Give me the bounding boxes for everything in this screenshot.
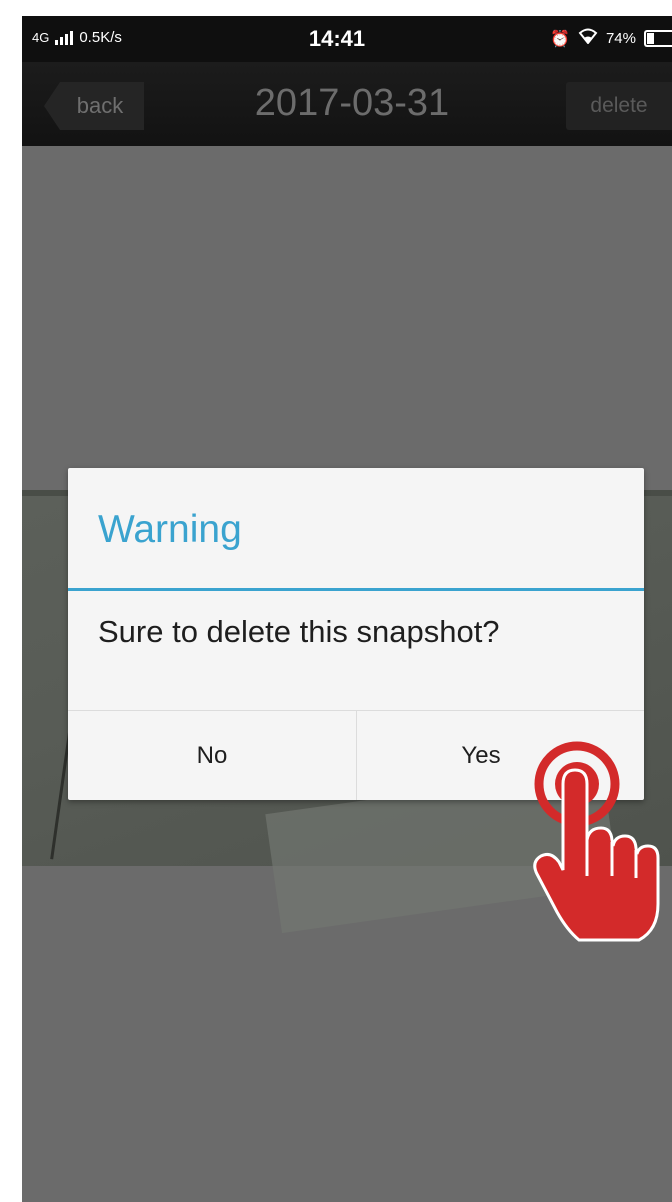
- status-right: ⏰ 74%: [550, 28, 672, 49]
- dialog-message: Sure to delete this snapshot?: [98, 614, 500, 649]
- nav-bar: back 2017-03-31 delete: [22, 62, 672, 146]
- no-button[interactable]: No: [68, 711, 356, 800]
- battery-icon: [644, 30, 672, 47]
- phone-screen: 4G 0.5K/s 14:41 ⏰ 74% back 2017-03-31 de…: [22, 16, 672, 1202]
- wifi-icon: [578, 28, 598, 49]
- dialog-title: Warning: [98, 508, 242, 551]
- delete-button[interactable]: delete: [566, 82, 672, 130]
- battery-percent: 74%: [605, 30, 636, 47]
- status-bar: 4G 0.5K/s 14:41 ⏰ 74%: [22, 16, 672, 62]
- hand-pointer-icon: [533, 741, 660, 942]
- alarm-icon: ⏰: [550, 30, 570, 48]
- page-title: 2017-03-31: [254, 82, 450, 124]
- back-button[interactable]: back: [44, 82, 144, 130]
- dialog-divider: [68, 588, 644, 591]
